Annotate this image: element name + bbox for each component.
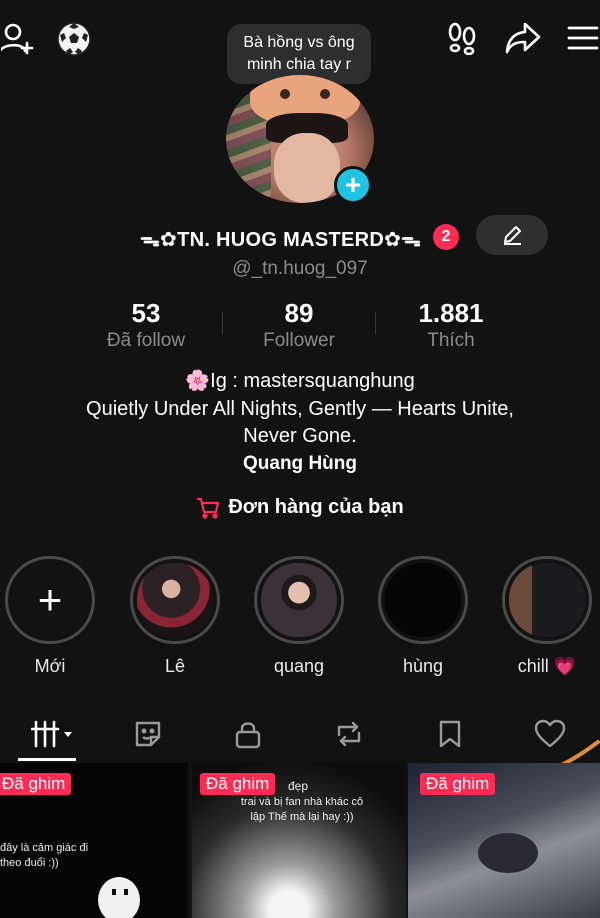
cart-icon xyxy=(197,497,220,519)
highlight-thumbnail xyxy=(261,563,337,637)
tab-saved[interactable] xyxy=(430,714,470,754)
highlight-label: hùng xyxy=(402,656,444,676)
orders-label: Đơn hàng của bạn xyxy=(228,496,404,518)
highlight-ring xyxy=(254,556,344,644)
lock-icon xyxy=(235,722,261,749)
highlight-chill[interactable]: chill 💗 xyxy=(502,556,592,677)
stat-label: Thích xyxy=(427,330,475,351)
video-thumbnail[interactable]: Đã ghim đẹp trai và bị fan nhà khác cô l… xyxy=(192,763,406,918)
add-friend-button[interactable] xyxy=(0,20,36,56)
plus-icon: + xyxy=(12,563,88,637)
stat-value: 1.881 xyxy=(418,298,484,328)
name-prefix: ᯓ xyxy=(140,229,161,251)
edit-profile-button[interactable] xyxy=(476,215,548,255)
soccer-ball-button[interactable] xyxy=(55,20,93,58)
figure-eye xyxy=(112,889,116,895)
user-plus-icon xyxy=(1,23,34,55)
footprints-icon xyxy=(448,22,476,55)
orders-link[interactable]: Đơn hàng của bạn xyxy=(0,496,600,519)
highlight-label: chill 💗 xyxy=(517,656,577,676)
soccer-ball-icon xyxy=(57,22,91,56)
add-story-button[interactable]: + xyxy=(334,166,372,204)
share-button[interactable] xyxy=(504,20,542,56)
pencil-icon xyxy=(504,226,521,245)
highlight-thumbnail xyxy=(385,563,461,637)
notification-badge[interactable]: 2 xyxy=(433,224,459,250)
highlight-quang[interactable]: quang xyxy=(254,556,344,677)
thumbnail-caption: đây là cảm giác đi theo đuổi :)) xyxy=(0,842,89,869)
hat-eye xyxy=(320,89,330,99)
thumbnail-figure xyxy=(478,833,538,873)
handle: @_tn.huog_097 xyxy=(232,258,368,279)
content-tabs xyxy=(0,702,600,762)
highlight-ring: + xyxy=(5,556,95,644)
hat-eye xyxy=(280,89,290,99)
stat-divider xyxy=(222,312,223,334)
name-suffix: ᯓ xyxy=(401,229,422,251)
bio-instagram: 🌸Ig : mastersquanghung xyxy=(185,370,415,392)
share-arrow-icon xyxy=(505,22,541,54)
bookmark-icon xyxy=(439,720,461,748)
stat-value: 89 xyxy=(284,298,314,328)
highlight-thumbnail xyxy=(509,563,585,637)
video-thumbnail[interactable]: Đã ghim đây là cảm giác đi theo đuổi :)) xyxy=(0,763,188,918)
highlight-le[interactable]: Lê xyxy=(130,556,220,677)
figure-eye xyxy=(124,889,128,895)
footprints-button[interactable] xyxy=(444,20,480,56)
avatar-face xyxy=(274,133,340,203)
bio-name: Quang Hùng xyxy=(243,453,357,474)
highlight-ring xyxy=(502,556,592,644)
stat-followers[interactable]: 89 Follower xyxy=(224,297,374,353)
hamburger-menu-icon xyxy=(567,26,599,50)
display-name: ᯓ✿TN. HUOG MASTERD✿ᯓ xyxy=(140,225,421,252)
highlight-ring xyxy=(378,556,468,644)
stat-following[interactable]: 53 Đã follow xyxy=(71,297,221,353)
highlight-new[interactable]: + Mới xyxy=(5,556,95,677)
repost-icon xyxy=(337,721,361,747)
tab-videos[interactable] xyxy=(30,714,78,754)
bio-line: Quietly Under All Nights, Gently — Heart… xyxy=(86,398,514,420)
stat-likes[interactable]: 1.881 Thích xyxy=(376,297,526,353)
stat-value: 53 xyxy=(131,298,161,328)
menu-button[interactable] xyxy=(566,22,600,54)
plus-icon: + xyxy=(344,169,362,200)
pinned-badge: Đã ghim xyxy=(200,773,276,795)
pinned-badge: Đã ghim xyxy=(420,773,496,795)
name-main: ✿TN. HUOG MASTERD✿ xyxy=(160,229,402,251)
tab-stickers[interactable] xyxy=(128,714,168,754)
bio-line: Never Gone. xyxy=(243,425,357,447)
thumbnail-figure xyxy=(98,877,140,918)
thumbnail-caption-inline: đẹp xyxy=(288,779,309,793)
sticker-icon xyxy=(135,721,161,747)
tab-private[interactable] xyxy=(228,714,268,754)
video-thumbnail[interactable]: Đã ghim xyxy=(408,763,600,918)
stat-label: Đã follow xyxy=(106,330,186,351)
highlight-thumbnail xyxy=(137,563,213,637)
stat-label: Follower xyxy=(263,330,335,351)
note-text: Bà hồng vs ông minh chia tay r xyxy=(243,34,355,73)
highlight-label: quang xyxy=(273,656,325,676)
highlight-hung[interactable]: hùng xyxy=(378,556,468,677)
active-tab-indicator xyxy=(18,758,76,761)
highlight-label: Mới xyxy=(34,656,66,676)
pinned-badge: Đã ghim xyxy=(0,773,72,795)
thumbnail-caption: trai và bị fan nhà khác cô lập Thế mà lạ… xyxy=(240,796,364,823)
highlight-label: Lê xyxy=(164,656,186,676)
tab-reposts[interactable] xyxy=(329,714,369,754)
highlight-ring xyxy=(130,556,220,644)
grid-icon xyxy=(31,720,72,748)
